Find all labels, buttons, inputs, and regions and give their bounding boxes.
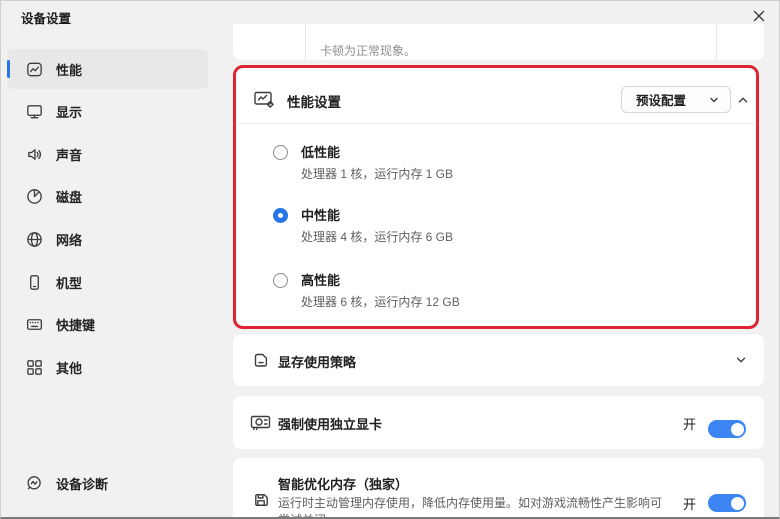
vram-strategy-card[interactable]: 显存使用策略: [233, 334, 764, 386]
disk-pie-icon: [25, 187, 44, 206]
sidebar-item-label: 显示: [56, 102, 82, 121]
option-desc: 处理器 1 核，运行内存 1 GB: [301, 165, 453, 182]
smart-memory-card: 智能优化内存（独家） 运行时主动管理内存使用，降低内存使用量。如对游戏流畅性产生…: [233, 458, 764, 519]
diagnose-icon: [25, 474, 44, 493]
sidebar-item-label: 声音: [56, 145, 82, 164]
card-desc: 运行时主动管理内存使用，降低内存使用量。如对游戏流畅性产生影响可尝试关闭。: [278, 495, 670, 519]
chevron-down-icon: [733, 352, 749, 368]
expand-section-button[interactable]: [731, 350, 751, 370]
smart-memory-toggle[interactable]: [708, 494, 746, 512]
chevron-down-icon: [708, 94, 720, 106]
performance-chart-icon: [25, 60, 44, 79]
option-desc: 处理器 6 核，运行内存 12 GB: [301, 293, 460, 310]
scrolled-card: 卡顿为正常现象。: [233, 24, 764, 60]
radio-icon[interactable]: [273, 145, 288, 160]
sidebar-item-disk[interactable]: 磁盘: [7, 176, 208, 216]
sidebar-item-label: 性能: [56, 60, 82, 79]
option-label: 中性能: [301, 205, 340, 224]
globe-icon: [25, 230, 44, 249]
option-label: 低性能: [301, 142, 340, 161]
sidebar-item-network[interactable]: 网络: [7, 219, 208, 259]
radio-icon[interactable]: [273, 273, 288, 288]
close-icon: [752, 9, 766, 23]
chevron-up-icon: [735, 92, 751, 108]
monitor-icon: [25, 102, 44, 121]
preset-config-label: 预设配置: [636, 90, 686, 109]
sidebar-item-sound[interactable]: 声音: [7, 134, 208, 174]
preset-config-dropdown[interactable]: 预设配置: [621, 86, 731, 113]
sidebar-item-label: 网络: [56, 230, 82, 249]
active-indicator: [7, 60, 10, 78]
card-title: 强制使用独立显卡: [278, 414, 382, 433]
vram-card-icon: [251, 350, 271, 370]
force-gpu-card: 强制使用独立显卡 开: [233, 396, 764, 449]
keyboard-icon: [25, 315, 44, 334]
radio-selected-icon[interactable]: [273, 208, 288, 223]
toggle-state-label: 开: [683, 414, 696, 433]
divider: [238, 123, 754, 124]
sidebar-item-performance[interactable]: 性能: [7, 49, 208, 89]
performance-settings-icon: [253, 89, 276, 109]
sidebar-item-other[interactable]: 其他: [7, 347, 208, 387]
grid-icon: [25, 358, 44, 377]
sidebar-item-shortcuts[interactable]: 快捷键: [7, 304, 208, 344]
toggle-state-label: 开: [683, 494, 696, 513]
speaker-icon: [25, 145, 44, 164]
sidebar-item-display[interactable]: 显示: [7, 91, 208, 131]
sidebar-item-label: 磁盘: [56, 187, 82, 206]
force-gpu-toggle[interactable]: [708, 420, 746, 438]
sidebar-item-label: 快捷键: [56, 315, 95, 334]
gpu-card-icon: [249, 414, 273, 432]
device-settings-window: 设备设置 性能 显示 声音 磁盘 网络: [0, 0, 780, 519]
sidebar-item-label: 机型: [56, 273, 82, 292]
card-title: 显存使用策略: [278, 352, 356, 371]
device-icon: [25, 273, 44, 292]
scrolled-info-box: 卡顿为正常现象。: [305, 24, 717, 60]
collapse-section-button[interactable]: [733, 90, 753, 110]
sidebar-item-model[interactable]: 机型: [7, 262, 208, 302]
sidebar-item-diagnose[interactable]: 设备诊断: [7, 463, 208, 503]
floppy-icon: [251, 490, 271, 510]
section-title: 性能设置: [287, 91, 341, 111]
sidebar-item-label: 设备诊断: [56, 474, 108, 493]
option-desc: 处理器 4 核，运行内存 6 GB: [301, 228, 453, 245]
card-title: 智能优化内存（独家）: [278, 474, 408, 493]
scrolled-text: 卡顿为正常现象。: [320, 42, 416, 59]
option-label: 高性能: [301, 270, 340, 289]
sidebar-item-label: 其他: [56, 358, 82, 377]
performance-settings-section: 性能设置 预设配置 低性能 处理器 1 核，运行内存 1 GB 中性能 处理器 …: [233, 65, 759, 329]
window-title: 设备设置: [21, 8, 71, 27]
